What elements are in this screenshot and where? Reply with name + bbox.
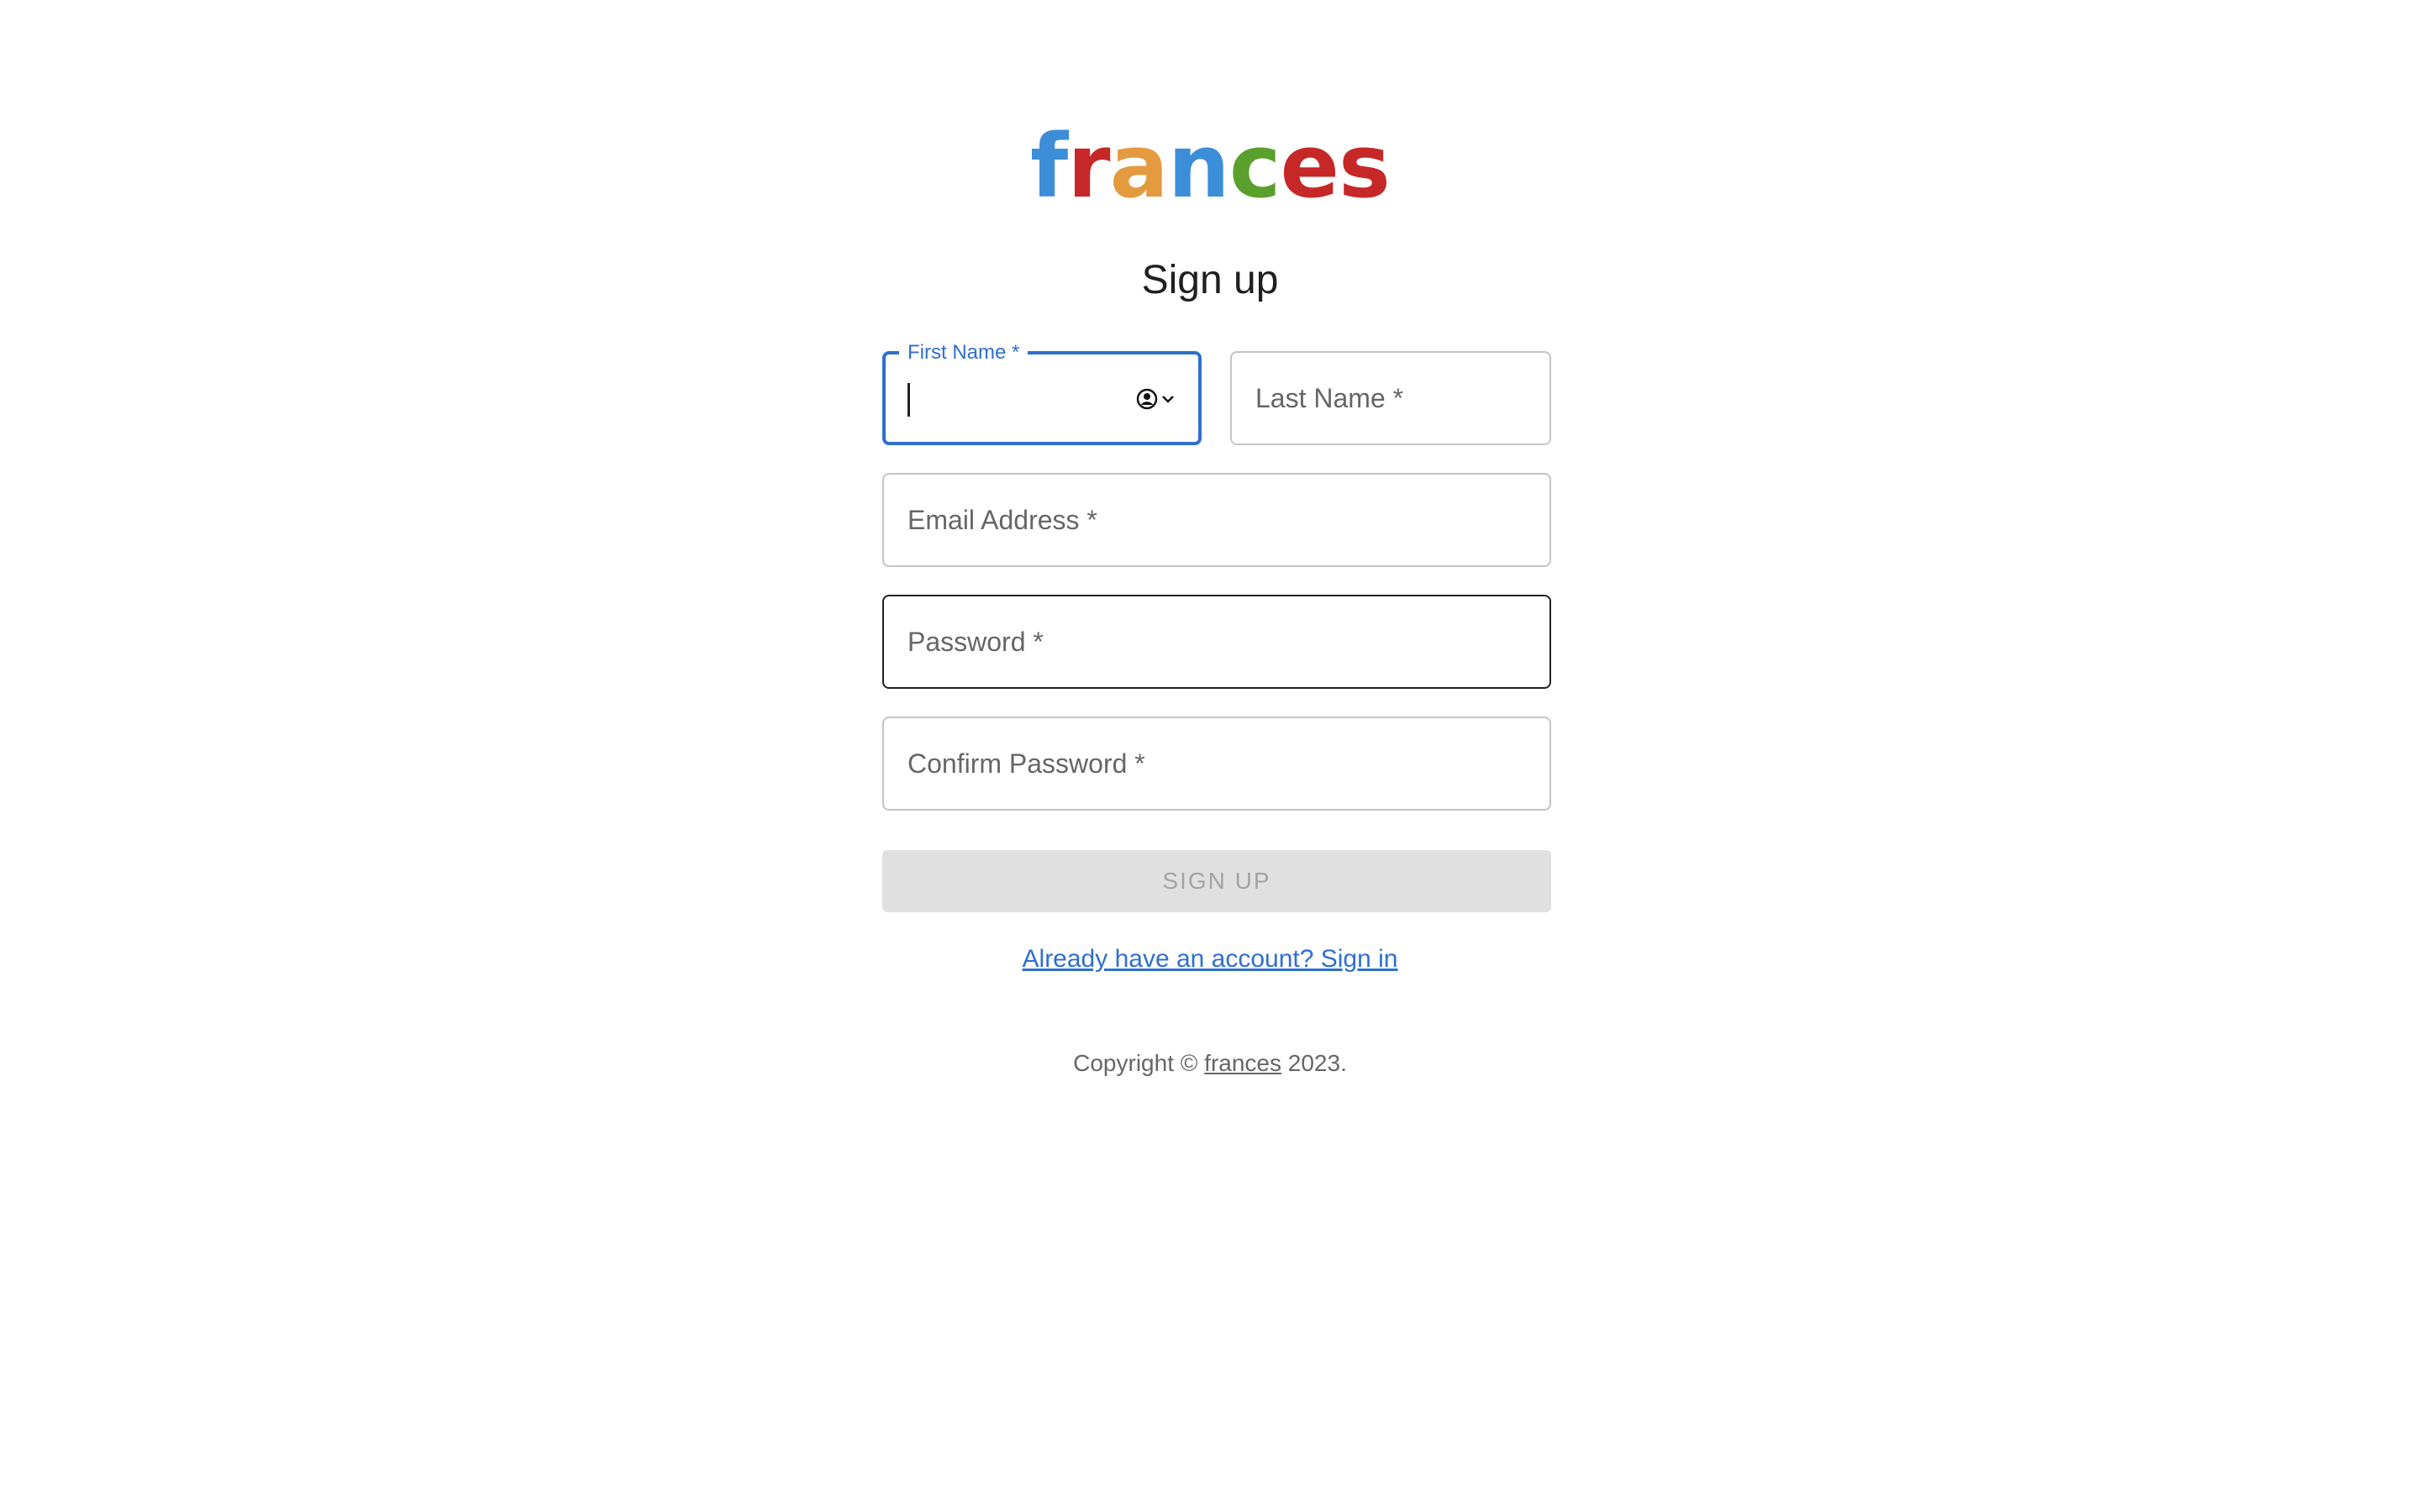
last-name-placeholder: Last Name * (1255, 382, 1404, 413)
logo-letter-r: r (1067, 115, 1110, 218)
confirm-password-field[interactable]: Confirm Password * (882, 717, 1551, 811)
last-name-field[interactable]: Last Name * (1230, 351, 1551, 445)
password-placeholder: Password * (908, 626, 1044, 657)
chevron-down-icon (1162, 396, 1174, 403)
email-field[interactable]: Email Address * (882, 473, 1551, 567)
person-circle-icon (1136, 388, 1158, 410)
sign-in-link[interactable]: Already have an account? Sign in (0, 941, 2420, 978)
logo-letter-e: e (1280, 115, 1339, 218)
logo-letter-c: c (1228, 115, 1281, 218)
copyright-footer: Copyright © frances 2023. (0, 1047, 2420, 1080)
signup-page: frances Sign up First Name * Last Name *… (0, 0, 2420, 1512)
frances-footer-link[interactable]: frances (1204, 1050, 1281, 1076)
contact-autofill-icon[interactable] (1136, 386, 1176, 412)
page-title: Sign up (1141, 258, 1279, 302)
copyright-year: 2023. (1281, 1050, 1347, 1076)
logo-letter-s: s (1339, 115, 1391, 218)
logo-letter-a: a (1109, 115, 1169, 218)
first-name-field[interactable]: First Name * (882, 341, 1202, 445)
frances-logo: frances (0, 116, 2420, 217)
copyright-prefix: Copyright © (1073, 1050, 1205, 1076)
logo-letter-f: f (1030, 115, 1068, 218)
confirm-password-placeholder: Confirm Password * (908, 748, 1145, 779)
sign-up-button[interactable]: SIGN UP (882, 850, 1551, 912)
email-placeholder: Email Address * (908, 504, 1097, 535)
text-caret (908, 383, 910, 417)
first-name-label: First Name * (899, 341, 1028, 365)
logo-letter-n: n (1167, 115, 1230, 218)
password-field[interactable]: Password * (882, 595, 1551, 689)
